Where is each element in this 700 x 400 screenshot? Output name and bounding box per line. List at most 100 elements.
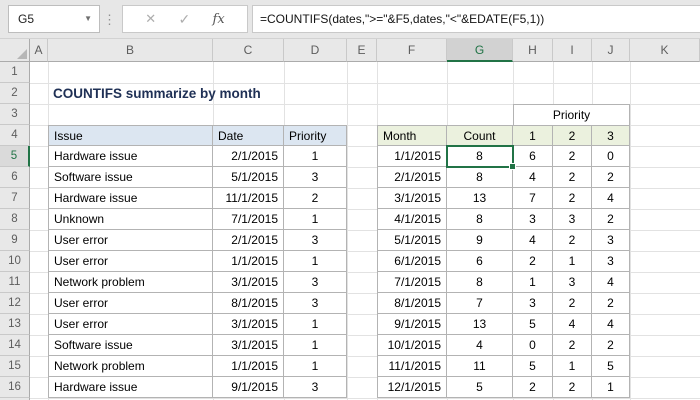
summary-cell[interactable]: 0 (592, 146, 630, 167)
issues-cell[interactable]: 3 (284, 230, 347, 251)
summary-cell[interactable]: 10/1/2015 (377, 335, 447, 356)
issues-cell[interactable]: Unknown (48, 209, 213, 230)
summary-cell[interactable]: 5 (513, 314, 553, 335)
issues-cell[interactable]: User error (48, 293, 213, 314)
issues-cell[interactable]: Software issue (48, 167, 213, 188)
formula-bar[interactable]: =COUNTIFS(dates,">="&F5,dates,"<"&EDATE(… (252, 5, 700, 33)
summary-cell[interactable]: 5/1/2015 (377, 230, 447, 251)
issues-cell[interactable]: 7/1/2015 (213, 209, 284, 230)
summary-cell[interactable]: 2 (592, 167, 630, 188)
issues-cell[interactable]: 8/1/2015 (213, 293, 284, 314)
summary-cell[interactable]: 13 (447, 314, 513, 335)
summary-cell[interactable]: 3 (513, 209, 553, 230)
title-cell[interactable]: COUNTIFS summarize by month (53, 83, 261, 104)
issues-cell[interactable]: 5/1/2015 (213, 167, 284, 188)
issues-cell[interactable]: User error (48, 314, 213, 335)
summary-cell[interactable]: 1 (513, 272, 553, 293)
issues-cell[interactable]: 3/1/2015 (213, 335, 284, 356)
fill-handle[interactable] (509, 163, 516, 170)
row-header-4[interactable]: 4 (0, 125, 30, 146)
summary-cell[interactable]: 2 (592, 209, 630, 230)
summary-cell[interactable]: 3/1/2015 (377, 188, 447, 209)
summary-cell[interactable]: 5 (513, 356, 553, 377)
summary-cell[interactable]: 2 (513, 377, 553, 398)
column-header-H[interactable]: H (513, 39, 553, 62)
summary-cell[interactable]: 4 (513, 230, 553, 251)
column-header-I[interactable]: I (553, 39, 592, 62)
issues-cell[interactable]: 3/1/2015 (213, 314, 284, 335)
issues-cell[interactable]: Network problem (48, 272, 213, 293)
row-header-5[interactable]: 5 (0, 146, 30, 167)
summary-cell[interactable]: 4 (592, 314, 630, 335)
issues-cell[interactable]: 3/1/2015 (213, 272, 284, 293)
summary-cell[interactable]: 3 (592, 251, 630, 272)
summary-cell[interactable]: 2 (553, 335, 592, 356)
cancel-icon[interactable]: ✕ (145, 11, 156, 27)
issues-cell[interactable]: 1 (284, 209, 347, 230)
summary-cell[interactable]: 1/1/2015 (377, 146, 447, 167)
summary-cell[interactable]: 9/1/2015 (377, 314, 447, 335)
issues-cell[interactable]: User error (48, 251, 213, 272)
issues-cell[interactable]: 3 (284, 377, 347, 398)
issues-cell[interactable]: 2/1/2015 (213, 146, 284, 167)
summary-cell[interactable]: 13 (447, 188, 513, 209)
summary-cell[interactable]: 2 (592, 335, 630, 356)
issues-cell[interactable]: 1/1/2015 (213, 356, 284, 377)
row-header-3[interactable]: 3 (0, 104, 30, 125)
issues-cell[interactable]: Hardware issue (48, 377, 213, 398)
column-header-D[interactable]: D (284, 39, 347, 62)
issues-cell[interactable]: 3 (284, 293, 347, 314)
summary-cell[interactable]: 2 (553, 293, 592, 314)
issues-cell[interactable]: 2 (284, 188, 347, 209)
summary-header-cell[interactable]: 1 (513, 125, 553, 146)
column-header-E[interactable]: E (347, 39, 377, 62)
summary-group-header-cell[interactable]: Priority (513, 104, 630, 125)
row-header-1[interactable]: 1 (0, 62, 30, 83)
issues-cell[interactable]: Hardware issue (48, 188, 213, 209)
issues-cell[interactable]: 2/1/2015 (213, 230, 284, 251)
name-box[interactable]: G5 ▼ (8, 5, 100, 33)
summary-cell[interactable]: 1 (553, 251, 592, 272)
summary-cell[interactable]: 12/1/2015 (377, 377, 447, 398)
summary-cell[interactable]: 6/1/2015 (377, 251, 447, 272)
summary-cell[interactable]: 2 (553, 167, 592, 188)
summary-cell[interactable]: 3 (553, 209, 592, 230)
summary-cell[interactable]: 4/1/2015 (377, 209, 447, 230)
summary-cell[interactable]: 1 (553, 356, 592, 377)
summary-cell[interactable]: 5 (592, 356, 630, 377)
summary-cell[interactable]: 2 (553, 188, 592, 209)
column-header-A[interactable]: A (30, 39, 48, 62)
summary-cell[interactable]: 2 (553, 146, 592, 167)
row-header-10[interactable]: 10 (0, 251, 30, 272)
issues-cell[interactable]: User error (48, 230, 213, 251)
summary-cell[interactable]: 8 (447, 209, 513, 230)
summary-cell[interactable]: 11/1/2015 (377, 356, 447, 377)
summary-cell[interactable]: 5 (447, 377, 513, 398)
summary-cell[interactable]: 3 (513, 293, 553, 314)
summary-cell[interactable]: 8 (447, 272, 513, 293)
summary-cell[interactable]: 6 (513, 146, 553, 167)
issues-header-cell[interactable]: Issue (48, 125, 213, 146)
row-header-12[interactable]: 12 (0, 293, 30, 314)
row-header-16[interactable]: 16 (0, 377, 30, 398)
issues-cell[interactable]: Software issue (48, 335, 213, 356)
issues-cell[interactable]: Network problem (48, 356, 213, 377)
row-header-13[interactable]: 13 (0, 314, 30, 335)
column-header-F[interactable]: F (377, 39, 447, 62)
row-header-2[interactable]: 2 (0, 83, 30, 104)
summary-cell[interactable]: 0 (513, 335, 553, 356)
row-header-15[interactable]: 15 (0, 356, 30, 377)
insert-function-icon[interactable]: fx (213, 12, 225, 27)
issues-cell[interactable]: 1/1/2015 (213, 251, 284, 272)
summary-cell[interactable]: 1 (592, 377, 630, 398)
summary-cell[interactable]: 6 (447, 251, 513, 272)
summary-cell[interactable]: 3 (592, 230, 630, 251)
column-header-C[interactable]: C (213, 39, 284, 62)
enter-icon[interactable]: ✓ (179, 11, 191, 28)
row-header-8[interactable]: 8 (0, 209, 30, 230)
issues-cell[interactable]: 1 (284, 356, 347, 377)
row-header-14[interactable]: 14 (0, 335, 30, 356)
issues-cell[interactable]: 3 (284, 167, 347, 188)
summary-cell[interactable]: 7 (447, 293, 513, 314)
summary-cell[interactable]: 2 (553, 230, 592, 251)
